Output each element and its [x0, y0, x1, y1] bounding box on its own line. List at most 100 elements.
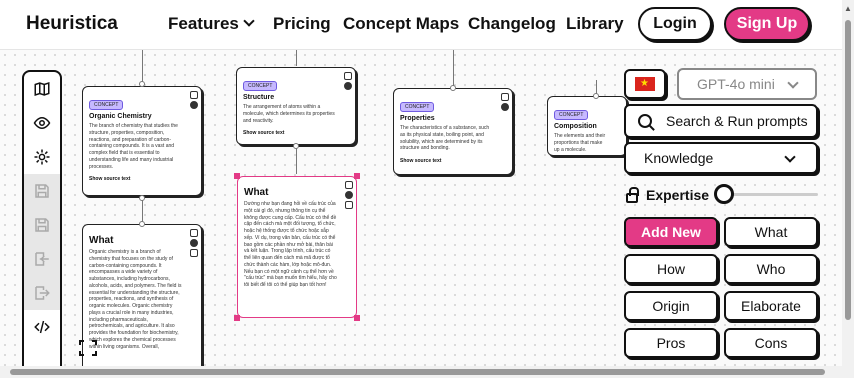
- connection-dot[interactable]: [139, 81, 145, 87]
- resize-handle[interactable]: [354, 173, 360, 179]
- show-source-link[interactable]: Show source text: [243, 130, 337, 136]
- origin-button[interactable]: Origin: [624, 291, 718, 321]
- chevron-down-icon: [787, 77, 799, 89]
- knowledge-select[interactable]: Knowledge: [624, 142, 818, 174]
- nav-pricing[interactable]: Pricing: [273, 14, 331, 34]
- language-button[interactable]: [624, 69, 666, 99]
- concept-card[interactable]: CONCEPT Structure The arrangement of ato…: [236, 67, 356, 145]
- model-select[interactable]: GPT-4o mini: [677, 68, 817, 100]
- card-title: Properties: [400, 115, 435, 122]
- add-new-button[interactable]: Add New: [624, 217, 718, 247]
- signup-button[interactable]: Sign Up: [724, 7, 810, 41]
- scroll-up-icon[interactable]: ▲: [844, 4, 852, 13]
- vertical-scrollbar[interactable]: ▲: [842, 0, 854, 378]
- expertise-label: Expertise: [646, 187, 710, 203]
- expertise-slider-track[interactable]: [722, 193, 818, 196]
- save-as-icon: [35, 218, 49, 232]
- nav-features[interactable]: Features: [168, 14, 255, 34]
- card-body: The elements and their proportions that …: [554, 133, 606, 153]
- record-icon[interactable]: [501, 103, 509, 111]
- card-body: The branch of chemistry that studies the…: [89, 123, 178, 170]
- expertise-slider-knob[interactable]: [714, 184, 734, 204]
- search-icon: [638, 114, 652, 128]
- elaborate-button[interactable]: Elaborate: [724, 291, 818, 321]
- export-button[interactable]: [24, 276, 60, 310]
- nav-concept-maps[interactable]: Concept Maps: [343, 14, 459, 34]
- how-button[interactable]: How: [624, 254, 718, 284]
- concept-badge: CONCEPT: [243, 81, 278, 91]
- connection-dot[interactable]: [139, 195, 145, 201]
- info-icon[interactable]: [345, 181, 353, 189]
- info-icon[interactable]: [190, 229, 198, 237]
- horizontal-scrollbar[interactable]: [0, 366, 842, 378]
- card-title: Organic Chemistry: [89, 113, 152, 120]
- concept-badge: CONCEPT: [400, 102, 435, 112]
- nav-changelog[interactable]: Changelog: [468, 14, 556, 34]
- lock-icon: [626, 186, 639, 203]
- expertise-control: Expertise: [626, 184, 820, 206]
- record-icon[interactable]: [190, 101, 198, 109]
- info-icon[interactable]: [344, 72, 352, 80]
- chevron-down-icon: [243, 15, 255, 27]
- record-icon[interactable]: [345, 191, 353, 199]
- import-button[interactable]: [24, 242, 60, 276]
- card-body: Dường như bạn đang hỏi về cấu trúc của m…: [244, 201, 337, 288]
- nav-library[interactable]: Library: [566, 14, 624, 34]
- info-icon[interactable]: [190, 91, 198, 99]
- map-icon: [34, 81, 50, 97]
- chevron-down-icon: [784, 151, 796, 163]
- info-icon[interactable]: [501, 93, 509, 101]
- resize-handle[interactable]: [234, 315, 240, 321]
- brand-logo[interactable]: Heuristica: [26, 13, 118, 35]
- concept-card[interactable]: CONCEPT Properties The characteristics o…: [393, 88, 513, 175]
- view-button[interactable]: [24, 106, 60, 140]
- save-as-button[interactable]: [24, 208, 60, 242]
- copy-icon[interactable]: [345, 201, 353, 209]
- who-button[interactable]: Who: [724, 254, 818, 284]
- connection-dot[interactable]: [293, 143, 299, 149]
- export-icon: [35, 286, 50, 300]
- cons-button[interactable]: Cons: [724, 328, 818, 358]
- chevron-down-icon[interactable]: [190, 249, 198, 257]
- connection-dot[interactable]: [139, 221, 145, 227]
- edge-connector: [296, 146, 297, 174]
- show-source-link[interactable]: Show source text: [89, 176, 183, 182]
- scrollbar-thumb[interactable]: [845, 20, 851, 320]
- resize-handle[interactable]: [354, 315, 360, 321]
- card-actions: [190, 91, 198, 109]
- card-actions: [190, 229, 198, 257]
- resize-handle[interactable]: [234, 173, 240, 179]
- left-toolbar: [22, 70, 62, 376]
- connection-dot[interactable]: [593, 93, 599, 99]
- vietnam-flag-icon: [635, 77, 655, 91]
- import-icon: [35, 252, 49, 266]
- card-body: The arrangement of atoms within a molecu…: [243, 104, 335, 124]
- scrollbar-thumb[interactable]: [10, 369, 825, 375]
- card-body: Organic chemistry is a branch of chemist…: [89, 249, 182, 350]
- concept-card[interactable]: CONCEPT Composition The elements and the…: [547, 96, 627, 156]
- nav-features-label: Features: [168, 14, 239, 33]
- card-body: The characteristics of a substance, such…: [400, 125, 490, 152]
- search-prompts-button[interactable]: Search & Run prompts: [624, 104, 818, 138]
- connection-dot[interactable]: [450, 85, 456, 91]
- edge-connector: [142, 50, 143, 84]
- answer-card[interactable]: What Organic chemistry is a branch of ch…: [82, 224, 202, 374]
- card-title: Structure: [243, 94, 275, 101]
- fullscreen-button[interactable]: [78, 339, 98, 357]
- answer-card-selected[interactable]: What Dường như bạn đang hỏi về cấu trúc …: [237, 176, 357, 318]
- code-icon: [34, 320, 50, 334]
- map-button[interactable]: [24, 72, 60, 106]
- record-icon[interactable]: [344, 82, 352, 90]
- settings-button[interactable]: [24, 140, 60, 174]
- concept-card[interactable]: CONCEPT Organic Chemistry The branch of …: [82, 86, 202, 196]
- app-frame: Heuristica Features Pricing Concept Maps…: [0, 0, 854, 378]
- edge-connector: [296, 50, 297, 66]
- pros-button[interactable]: Pros: [624, 328, 718, 358]
- show-source-link[interactable]: Show source text: [400, 158, 494, 164]
- search-prompts-label: Search & Run prompts: [666, 113, 808, 129]
- embed-code-button[interactable]: [24, 310, 60, 344]
- record-icon[interactable]: [190, 239, 198, 247]
- login-button[interactable]: Login: [638, 7, 712, 41]
- save-button[interactable]: [24, 174, 60, 208]
- what-button[interactable]: What: [724, 217, 818, 247]
